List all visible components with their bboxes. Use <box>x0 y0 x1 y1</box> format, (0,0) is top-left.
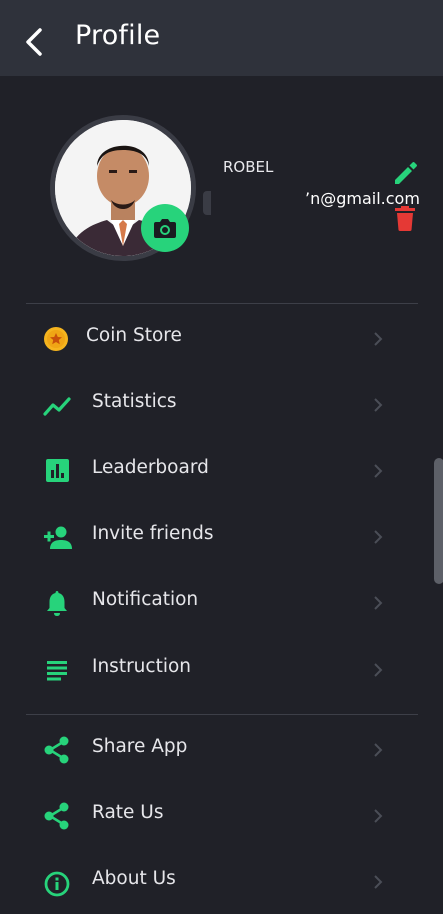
chevron-right-icon <box>374 398 383 412</box>
edit-profile-button[interactable] <box>392 160 418 186</box>
trending-up-icon <box>43 397 71 416</box>
menu-item-about-us[interactable]: About Us <box>0 848 443 914</box>
notes-icon <box>47 661 67 681</box>
menu-item-label: Leaderboard <box>92 457 209 478</box>
chevron-right-icon <box>374 464 383 478</box>
page-title: Profile <box>75 20 161 51</box>
chevron-right-icon <box>374 530 383 544</box>
app-header: Profile <box>0 0 443 76</box>
menu-item-statistics[interactable]: Statistics <box>0 371 443 437</box>
chevron-right-icon <box>374 875 383 889</box>
menu-item-label: Notification <box>92 589 199 610</box>
ring-decoration <box>203 191 211 215</box>
menu-item-instruction[interactable]: Instruction <box>0 636 443 702</box>
leaderboard-icon <box>46 459 69 482</box>
chevron-right-icon <box>374 596 383 610</box>
chevron-right-icon <box>374 663 383 677</box>
change-photo-button[interactable] <box>141 204 189 252</box>
share-icon <box>44 802 69 830</box>
chevron-right-icon <box>374 332 383 346</box>
menu-item-notification[interactable]: Notification <box>0 569 443 635</box>
back-button[interactable] <box>22 26 48 58</box>
menu-item-rate-us[interactable]: Rate Us <box>0 782 443 848</box>
menu-item-label: Share App <box>92 736 188 757</box>
profile-username: ROBEL <box>223 158 274 176</box>
menu-item-label: Invite friends <box>92 523 214 544</box>
menu-item-label: Coin Store <box>86 325 182 346</box>
person-add-icon <box>44 526 72 549</box>
trash-icon <box>395 206 415 231</box>
menu-item-coin-store[interactable]: Coin Store <box>0 305 443 371</box>
back-arrow-icon <box>26 28 42 56</box>
menu-item-share-app[interactable]: Share App <box>0 716 443 782</box>
menu-item-invite-friends[interactable]: Invite friends <box>0 503 443 569</box>
chevron-right-icon <box>374 809 383 823</box>
camera-icon <box>154 219 176 238</box>
info-icon <box>44 871 70 897</box>
menu-item-label: Rate Us <box>92 802 164 823</box>
bell-icon <box>47 591 67 616</box>
section-divider <box>26 303 418 304</box>
delete-account-button[interactable] <box>394 206 416 232</box>
section-divider <box>26 714 418 715</box>
menu-item-leaderboard[interactable]: Leaderboard <box>0 437 443 503</box>
chevron-right-icon <box>374 743 383 757</box>
menu-item-label: Instruction <box>92 656 192 677</box>
coin-icon <box>44 327 68 351</box>
menu-item-label: About Us <box>92 868 176 889</box>
menu-item-label: Statistics <box>92 391 177 412</box>
pencil-icon <box>395 162 417 184</box>
share-icon <box>44 736 69 764</box>
scrollbar-thumb[interactable] <box>434 458 443 584</box>
